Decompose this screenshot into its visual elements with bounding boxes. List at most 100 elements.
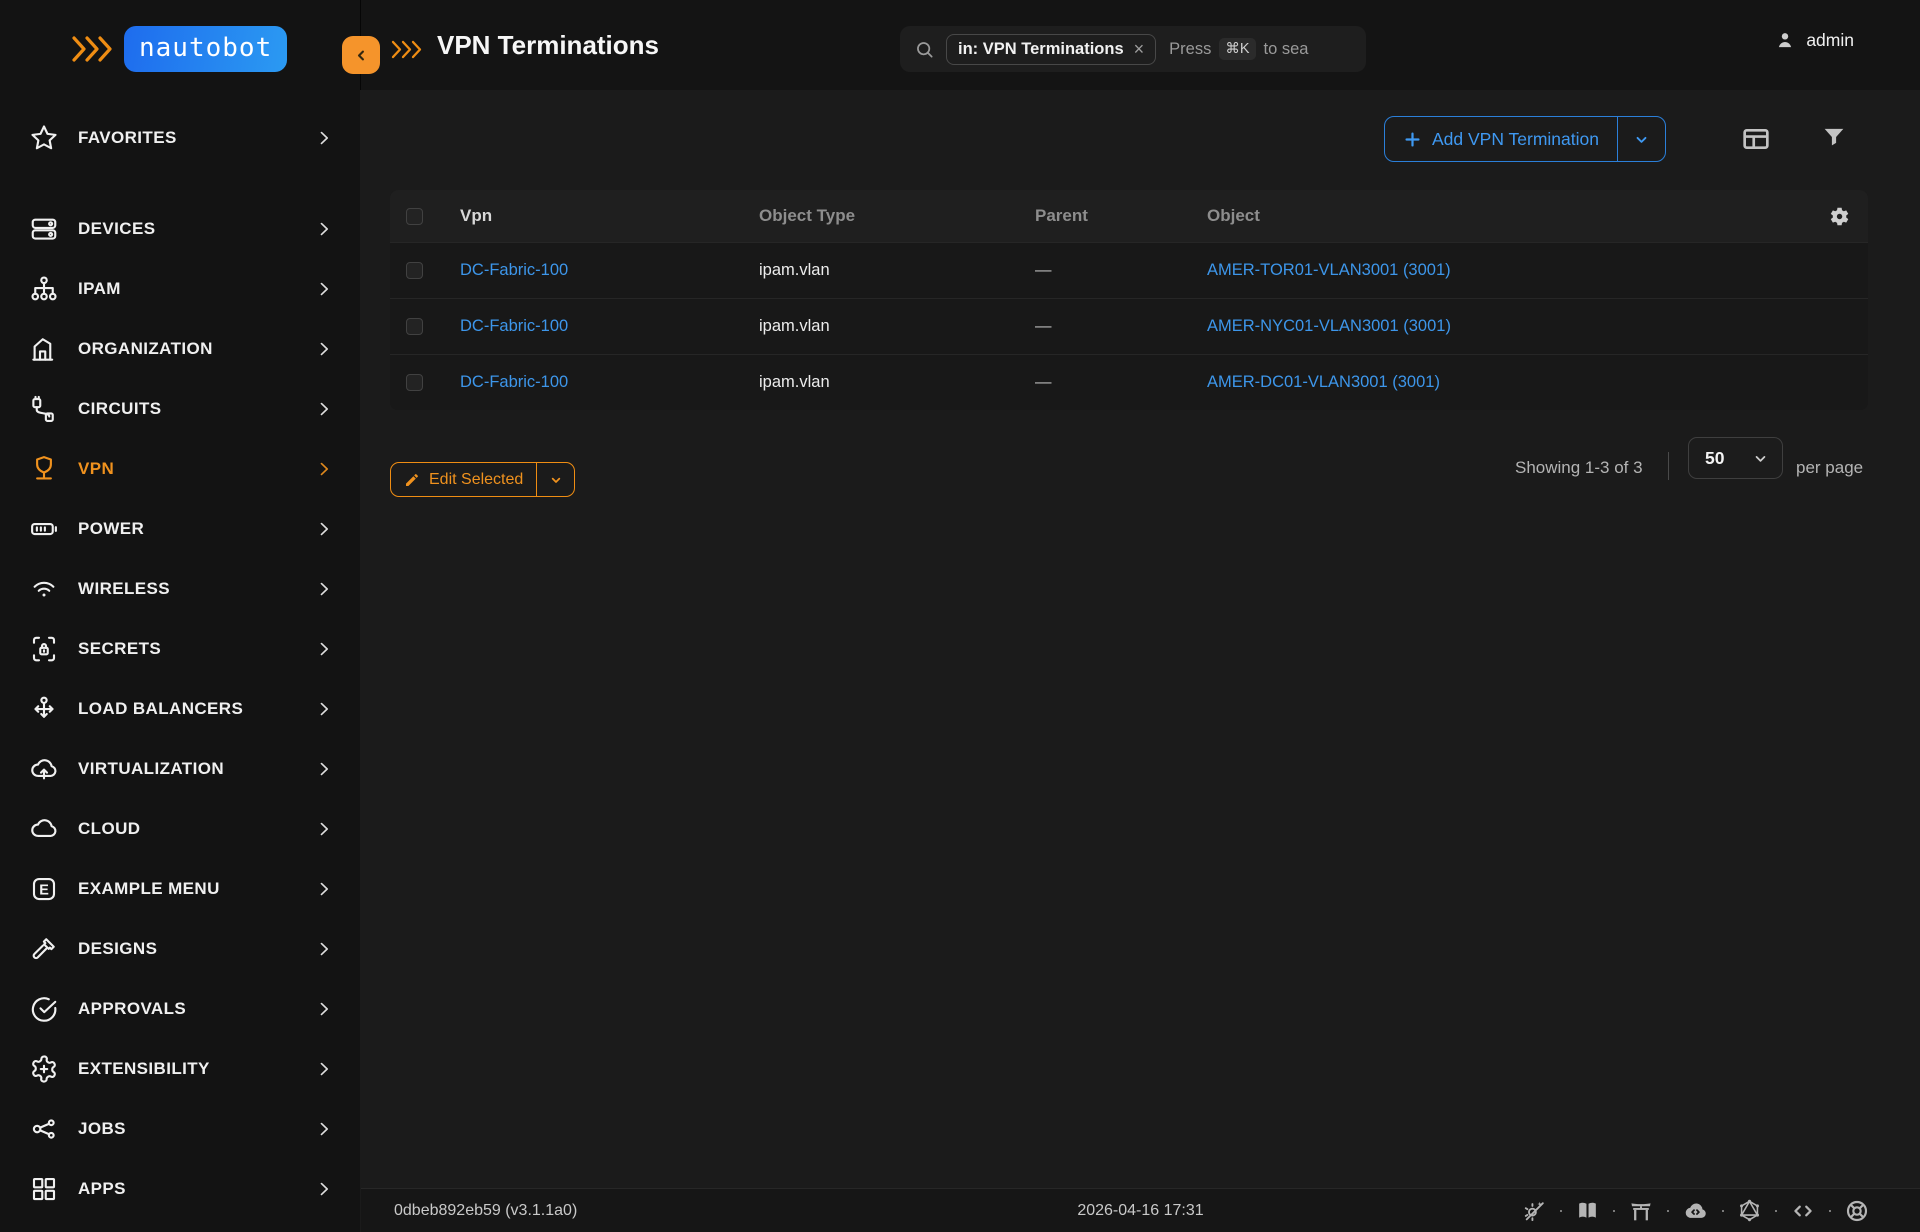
- sidebar-collapse-button[interactable]: [342, 36, 380, 74]
- pencil-icon: [404, 472, 420, 488]
- logo-chevrons-icon: [70, 32, 116, 66]
- chevron-left-icon: [353, 47, 370, 64]
- torii-gate-icon[interactable]: [1628, 1198, 1654, 1224]
- sidebar-item-load-balancers[interactable]: LOAD BALANCERS: [0, 679, 360, 739]
- sidebar-item-circuits[interactable]: CIRCUITS: [0, 379, 360, 439]
- footer-separator: ·: [1773, 1200, 1779, 1221]
- object-link[interactable]: AMER-TOR01-VLAN3001 (3001): [1207, 261, 1808, 280]
- select-all-checkbox[interactable]: [406, 208, 423, 225]
- chevron-right-icon: [314, 699, 334, 719]
- cloud-icon: [26, 811, 62, 847]
- sidebar-item-jobs[interactable]: JOBS: [0, 1099, 360, 1159]
- cloud-upload-icon: [26, 751, 62, 787]
- sidebar-item-label: DESIGNS: [78, 939, 314, 959]
- user-menu[interactable]: admin: [1774, 29, 1854, 51]
- wifi-icon: [26, 571, 62, 607]
- sidebar-item-example-menu[interactable]: E EXAMPLE MENU: [0, 859, 360, 919]
- row-checkbox[interactable]: [406, 262, 423, 279]
- sidebar-item-designs[interactable]: DESIGNS: [0, 919, 360, 979]
- table-columns-button[interactable]: [1740, 123, 1772, 155]
- add-button-dropdown[interactable]: [1618, 117, 1665, 161]
- vpn-link[interactable]: DC-Fabric-100: [460, 261, 759, 280]
- sidebar-item-devices[interactable]: DEVICES: [0, 199, 360, 259]
- sidebar-item-label: LOAD BALANCERS: [78, 699, 314, 719]
- sidebar-item-label: POWER: [78, 519, 314, 539]
- column-header-vpn[interactable]: Vpn: [460, 206, 759, 226]
- table-row: DC-Fabric-100 ipam.vlan — AMER-DC01-VLAN…: [390, 354, 1868, 410]
- sidebar-item-organization[interactable]: ORGANIZATION: [0, 319, 360, 379]
- sidebar-item-vpn[interactable]: VPN: [0, 439, 360, 499]
- add-vpn-termination-button[interactable]: Add VPN Termination: [1384, 116, 1666, 162]
- sidebar-item-label: DEVICES: [78, 219, 314, 239]
- row-checkbox[interactable]: [406, 318, 423, 335]
- graphql-icon[interactable]: [1737, 1198, 1762, 1223]
- chevron-right-icon: [314, 399, 334, 419]
- sidebar-item-approvals[interactable]: APPROVALS: [0, 979, 360, 1039]
- object-type-cell: ipam.vlan: [759, 261, 1035, 280]
- sidebar-item-cloud[interactable]: CLOUD: [0, 799, 360, 859]
- global-search-input[interactable]: in: VPN Terminations × Press ⌘K to sea: [900, 26, 1366, 72]
- column-header-object[interactable]: Object: [1207, 206, 1808, 226]
- shield-network-icon: [26, 451, 62, 487]
- sidebar-item-secrets[interactable]: SECRETS: [0, 619, 360, 679]
- edit-selected-dropdown[interactable]: [537, 463, 574, 496]
- sidebar-item-label: VPN: [78, 459, 314, 479]
- building-icon: [26, 331, 62, 367]
- sidebar-item-wireless[interactable]: WIRELESS: [0, 559, 360, 619]
- chip-close-icon[interactable]: ×: [1134, 40, 1145, 58]
- sidebar-item-ipam[interactable]: IPAM: [0, 259, 360, 319]
- check-circle-icon: [26, 991, 62, 1027]
- sidebar-item-favorites[interactable]: FAVORITES: [0, 108, 360, 168]
- footer: 0dbeb892eb59 (v3.1.1a0) 2026-04-16 17:31…: [361, 1188, 1920, 1232]
- vpn-link[interactable]: DC-Fabric-100: [460, 317, 759, 336]
- pagination-summary: Showing 1-3 of 3: [1515, 458, 1643, 478]
- sidebar-item-apps[interactable]: APPS: [0, 1159, 360, 1219]
- edit-selected-label: Edit Selected: [429, 471, 523, 489]
- column-header-parent[interactable]: Parent: [1035, 206, 1207, 226]
- docs-book-icon[interactable]: [1575, 1198, 1600, 1223]
- chevron-right-icon: [314, 339, 334, 359]
- row-checkbox[interactable]: [406, 374, 423, 391]
- sidebar-item-label: IPAM: [78, 279, 314, 299]
- chevron-right-icon: [314, 1179, 334, 1199]
- sitemap-icon: [26, 271, 62, 307]
- search-placeholder: Press ⌘K to sea: [1169, 38, 1308, 60]
- sidebar-item-power[interactable]: POWER: [0, 499, 360, 559]
- vpn-link[interactable]: DC-Fabric-100: [460, 373, 759, 392]
- code-icon[interactable]: [1790, 1198, 1816, 1224]
- filter-button[interactable]: [1820, 123, 1848, 151]
- kbd-shortcut: ⌘K: [1219, 38, 1255, 60]
- search-hint-prefix: Press: [1169, 40, 1211, 59]
- edit-selected-button[interactable]: Edit Selected: [390, 462, 575, 497]
- table-settings-button[interactable]: [1826, 204, 1851, 229]
- footer-separator: ·: [1665, 1200, 1671, 1221]
- gear-plus-icon: [26, 1051, 62, 1087]
- sidebar-item-virtualization[interactable]: VIRTUALIZATION: [0, 739, 360, 799]
- grid-squares-icon: [26, 1171, 62, 1207]
- sidebar-nav: FAVORITES DEVICES IPAM ORGANIZATION: [0, 108, 360, 1219]
- sidebar-item-label: ORGANIZATION: [78, 339, 314, 359]
- object-link[interactable]: AMER-NYC01-VLAN3001 (3001): [1207, 317, 1808, 336]
- table-row: DC-Fabric-100 ipam.vlan — AMER-TOR01-VLA…: [390, 242, 1868, 298]
- breadcrumb-chevrons-icon: [390, 38, 424, 61]
- sidebar-item-label: CLOUD: [78, 819, 314, 839]
- sidebar-item-extensibility[interactable]: EXTENSIBILITY: [0, 1039, 360, 1099]
- footer-icons: · · · · · ·: [1522, 1197, 1870, 1224]
- chevron-right-icon: [314, 219, 334, 239]
- help-lifebuoy-icon[interactable]: [1844, 1198, 1870, 1224]
- cloud-code-icon[interactable]: [1682, 1197, 1709, 1224]
- column-header-object-type[interactable]: Object Type: [759, 206, 1035, 226]
- footer-separator: ·: [1827, 1200, 1833, 1221]
- chevron-right-icon: [314, 579, 334, 599]
- theme-toggle-icon[interactable]: [1522, 1198, 1547, 1223]
- chevron-right-icon: [314, 879, 334, 899]
- nautobot-logo[interactable]: nautobot: [70, 26, 287, 72]
- battery-icon: [26, 511, 62, 547]
- per-page-select[interactable]: 50: [1688, 437, 1783, 479]
- sidebar-item-label: WIRELESS: [78, 579, 314, 599]
- chevron-down-icon: [1751, 449, 1770, 468]
- add-button-label: Add VPN Termination: [1432, 129, 1599, 150]
- object-link[interactable]: AMER-DC01-VLAN3001 (3001): [1207, 373, 1808, 392]
- search-scope-chip[interactable]: in: VPN Terminations ×: [946, 34, 1156, 65]
- parent-cell: —: [1035, 261, 1207, 280]
